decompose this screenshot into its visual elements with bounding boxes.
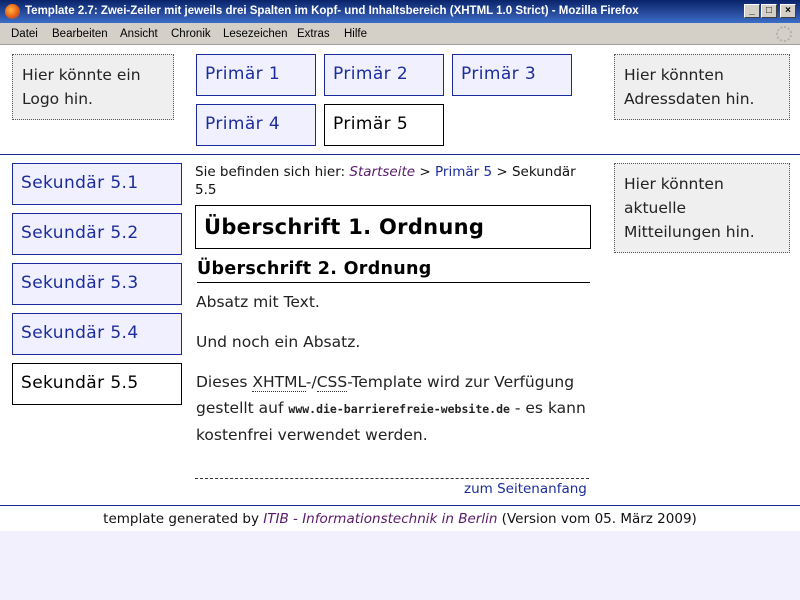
nav-secondary-5-1[interactable]: Sekundär 5.1 xyxy=(12,163,182,205)
throbber-icon xyxy=(776,26,792,42)
nav-primary-3[interactable]: Primär 3 xyxy=(452,54,572,96)
abbr-css[interactable]: CSS xyxy=(316,373,348,392)
footer-suffix: (Version vom 05. März 2009) xyxy=(497,511,697,527)
maximize-button[interactable]: □ xyxy=(761,4,777,18)
footer-prefix: template generated by xyxy=(103,511,264,527)
nav-primary-2[interactable]: Primär 2 xyxy=(324,54,444,96)
window-title: Template 2.7: Zwei-Zeiler mit jeweils dr… xyxy=(25,5,639,17)
menu-ansicht[interactable]: Ansicht xyxy=(120,28,158,40)
breadcrumb-home-link[interactable]: Startseite xyxy=(349,164,415,180)
breadcrumb-prefix: Sie befinden sich hier: xyxy=(195,164,346,180)
content-divider xyxy=(195,478,589,479)
footer-itib-link[interactable]: ITIB - Informationstechnik in Berlin xyxy=(263,511,497,527)
nav-secondary-5-3[interactable]: Sekundär 5.3 xyxy=(12,263,182,305)
page-content: Hier könnte ein Logo hin. Primär 1 Primä… xyxy=(0,45,800,531)
breadcrumb: Sie befinden sich hier: Startseite > Pri… xyxy=(195,163,595,199)
abbr-xhtml[interactable]: XHTML xyxy=(252,373,306,392)
menu-bearbeiten[interactable]: Bearbeiten xyxy=(52,28,108,40)
breadcrumb-separator: > xyxy=(496,164,508,180)
address-placeholder: Hier könnten Adressdaten hin. xyxy=(614,54,790,120)
nav-secondary-5-4[interactable]: Sekundär 5.4 xyxy=(12,313,182,355)
firefox-icon xyxy=(5,4,20,19)
menu-extras[interactable]: Extras xyxy=(297,28,330,40)
back-to-top-link[interactable]: zum Seitenanfang xyxy=(464,481,587,497)
nav-primary-1[interactable]: Primär 1 xyxy=(196,54,316,96)
minimize-button[interactable]: _ xyxy=(744,4,760,18)
nav-secondary-5-5[interactable]: Sekundär 5.5 xyxy=(12,363,182,405)
menu-hilfe[interactable]: Hilfe xyxy=(344,28,367,40)
footer-divider xyxy=(0,505,800,506)
header-divider xyxy=(0,154,800,155)
window-title-bar[interactable]: Template 2.7: Zwei-Zeiler mit jeweils dr… xyxy=(0,0,800,23)
heading-2: Überschrift 2. Ordnung xyxy=(197,257,590,283)
paragraph-1: Absatz mit Text. xyxy=(196,293,320,311)
menu-bar: Datei Bearbeiten Ansicht Chronik Lesezei… xyxy=(0,23,800,45)
paragraph-3: Dieses XHTML-/CSS-Template wird zur Verf… xyxy=(196,369,592,448)
nav-primary-5[interactable]: Primär 5 xyxy=(324,104,444,146)
menu-datei[interactable]: Datei xyxy=(11,28,38,40)
website-url: www.die-barrierefreie-website.de xyxy=(288,402,510,416)
menu-lesezeichen[interactable]: Lesezeichen xyxy=(223,28,288,40)
paragraph-3-text: Dieses xyxy=(196,373,253,391)
close-button[interactable]: × xyxy=(780,4,796,18)
heading-1: Überschrift 1. Ordnung xyxy=(195,205,591,249)
paragraph-2: Und noch ein Absatz. xyxy=(196,333,361,351)
news-placeholder: Hier könnten aktuelle Mitteilungen hin. xyxy=(614,163,790,253)
footer: template generated by ITIB - Information… xyxy=(0,511,800,527)
paragraph-3-text: -/ xyxy=(305,373,317,391)
logo-placeholder: Hier könnte ein Logo hin. xyxy=(12,54,174,120)
menu-chronik[interactable]: Chronik xyxy=(171,28,211,40)
breadcrumb-separator: > xyxy=(419,164,431,180)
nav-primary-4[interactable]: Primär 4 xyxy=(196,104,316,146)
breadcrumb-primary5-link[interactable]: Primär 5 xyxy=(435,164,492,180)
nav-secondary-5-2[interactable]: Sekundär 5.2 xyxy=(12,213,182,255)
